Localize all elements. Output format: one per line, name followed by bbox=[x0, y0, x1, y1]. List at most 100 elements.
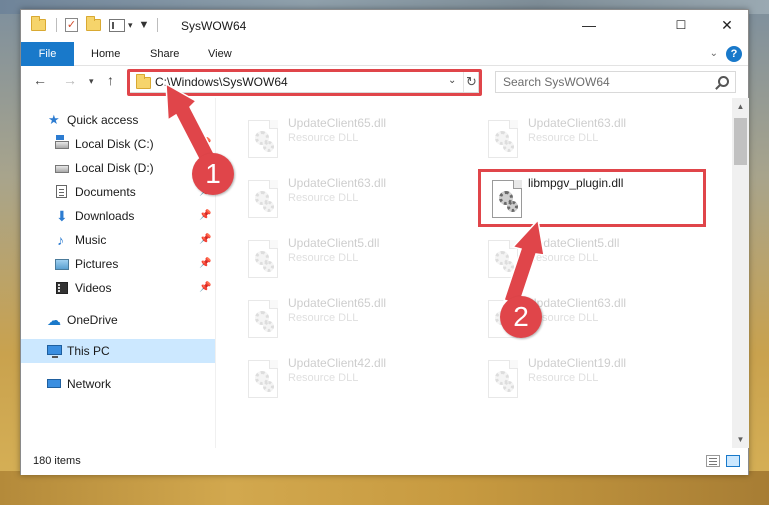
expand-ribbon-chevron-down-icon[interactable]: ⌄ bbox=[710, 48, 718, 59]
ribbon-tabs: File Home Share View ⌄ ? bbox=[21, 42, 748, 66]
pin-icon[interactable]: 📌 bbox=[199, 204, 211, 228]
file-name: UpdateClient19.dll bbox=[528, 356, 627, 370]
file-type: Resource DLL bbox=[528, 252, 599, 264]
local-disk-icon bbox=[55, 165, 69, 173]
scroll-down-arrow-icon[interactable]: ▼ bbox=[732, 431, 749, 448]
dropdown-arrow-icon[interactable]: ▼ bbox=[139, 19, 150, 31]
dll-file-icon bbox=[248, 180, 278, 218]
file-name: UpdateClient65.dll bbox=[288, 296, 387, 310]
search-box[interactable]: Search SysWOW64 bbox=[495, 71, 736, 93]
window-title: SysWOW64 bbox=[181, 19, 247, 33]
dll-file-icon bbox=[248, 300, 278, 338]
file-explorer-window: ✓ ▾ ▼ SysWOW64 — ☐ ✕ File Home Share Vie… bbox=[20, 9, 749, 475]
file-name: UpdateClient5.dll bbox=[528, 236, 620, 250]
file-name: UpdateClient65.dll bbox=[288, 116, 387, 130]
recent-locations-chevron-down-icon[interactable]: ▾ bbox=[89, 76, 94, 87]
toolbar-separator bbox=[56, 18, 57, 32]
file-tile[interactable]: UpdateClient5.dll Resource DLL bbox=[238, 234, 468, 288]
large-icons-view-icon[interactable] bbox=[726, 455, 740, 467]
nav-item-label: Network bbox=[67, 377, 112, 391]
vertical-scrollbar[interactable]: ▲ ▼ bbox=[732, 98, 749, 448]
downloads-icon: ⬇ bbox=[56, 208, 68, 224]
this-pc-icon bbox=[47, 345, 62, 358]
file-tile[interactable]: UpdateClient65.dll Resource DLL bbox=[238, 294, 468, 348]
file-tile[interactable]: UpdateClient42.dll Resource DLL bbox=[238, 354, 468, 408]
file-tile[interactable]: UpdateClient5.dll Resource DLL bbox=[478, 234, 708, 288]
help-icon[interactable]: ? bbox=[726, 46, 742, 62]
file-name: UpdateClient63.dll bbox=[528, 116, 627, 130]
nav-item-this-pc[interactable]: This PC bbox=[21, 339, 215, 363]
search-icon[interactable] bbox=[718, 76, 729, 87]
navigation-pane: ★ Quick access Local Disk (C:) 📌 Local D… bbox=[21, 98, 215, 448]
tab-home[interactable]: Home bbox=[91, 42, 120, 66]
nav-item-label: Downloads bbox=[75, 209, 135, 223]
nav-item-pictures[interactable]: Pictures 📌 bbox=[21, 252, 215, 276]
file-type: Resource DLL bbox=[288, 372, 359, 384]
customize-toolbar-chevron-down-icon[interactable]: ▾ bbox=[128, 20, 133, 31]
network-icon bbox=[47, 379, 61, 388]
properties-icon[interactable] bbox=[109, 18, 125, 32]
details-view-icon[interactable] bbox=[706, 455, 720, 467]
quick-access-star-icon: ★ bbox=[48, 112, 60, 127]
file-tile[interactable]: UpdateClient63.dll Resource DLL bbox=[238, 174, 468, 228]
dll-file-icon bbox=[488, 360, 518, 398]
nav-item-network[interactable]: Network bbox=[21, 372, 215, 396]
step1-badge: 1 bbox=[192, 153, 234, 195]
status-bar: 180 items bbox=[21, 448, 748, 475]
folder-icon bbox=[31, 16, 46, 31]
nav-item-label: Documents bbox=[75, 185, 136, 199]
tab-share[interactable]: Share bbox=[150, 42, 179, 66]
item-count: 180 items bbox=[33, 455, 81, 467]
back-arrow-icon[interactable]: ← bbox=[33, 72, 47, 88]
file-list: UpdateClient65.dll Resource DLL UpdateCl… bbox=[216, 98, 733, 448]
nav-item-quick-access[interactable]: ★ Quick access bbox=[21, 108, 215, 132]
nav-item-onedrive[interactable]: ☁ OneDrive bbox=[21, 308, 215, 332]
desktop-background-bottom bbox=[0, 471, 769, 505]
new-folder-icon[interactable] bbox=[86, 16, 101, 31]
scroll-thumb[interactable] bbox=[734, 118, 747, 165]
scroll-up-arrow-icon[interactable]: ▲ bbox=[732, 98, 749, 115]
properties-checkmark-icon[interactable]: ✓ bbox=[65, 18, 78, 32]
music-icon: ♪ bbox=[57, 232, 64, 248]
quick-access-toolbar: ✓ ▾ ▼ bbox=[31, 16, 159, 32]
pictures-icon bbox=[55, 259, 69, 270]
search-placeholder[interactable]: Search SysWOW64 bbox=[503, 75, 610, 89]
pin-icon[interactable]: 📌 bbox=[199, 228, 211, 252]
file-tile[interactable]: UpdateClient65.dll Resource DLL bbox=[238, 114, 468, 168]
file-type: Resource DLL bbox=[288, 252, 359, 264]
videos-icon bbox=[56, 282, 68, 294]
documents-icon bbox=[56, 185, 67, 198]
close-button[interactable]: ✕ bbox=[704, 10, 750, 40]
file-name: UpdateClient63.dll bbox=[528, 296, 627, 310]
nav-item-label: OneDrive bbox=[67, 313, 118, 327]
forward-arrow-icon[interactable]: → bbox=[63, 72, 77, 88]
tab-file[interactable]: File bbox=[21, 42, 74, 66]
file-type: Resource DLL bbox=[288, 132, 359, 144]
nav-item-local-disk-c[interactable]: Local Disk (C:) 📌 bbox=[21, 132, 215, 156]
up-arrow-icon[interactable]: ↑ bbox=[107, 72, 114, 88]
nav-item-label: Quick access bbox=[67, 113, 139, 127]
nav-item-local-disk-d[interactable]: Local Disk (D:) bbox=[21, 156, 215, 180]
tab-view[interactable]: View bbox=[208, 42, 232, 66]
file-type: Resource DLL bbox=[288, 192, 359, 204]
nav-item-downloads[interactable]: ⬇ Downloads 📌 bbox=[21, 204, 215, 228]
file-tile[interactable]: UpdateClient63.dll Resource DLL bbox=[478, 114, 708, 168]
local-disk-icon bbox=[55, 135, 69, 149]
file-tile[interactable]: UpdateClient19.dll Resource DLL bbox=[478, 354, 708, 408]
nav-item-label: Music bbox=[75, 233, 107, 247]
pin-icon[interactable]: 📌 bbox=[199, 252, 211, 276]
dll-file-icon bbox=[488, 120, 518, 158]
maximize-button[interactable]: ☐ bbox=[658, 10, 704, 40]
minimize-button[interactable]: — bbox=[566, 10, 612, 40]
pin-icon[interactable]: 📌 bbox=[199, 276, 211, 300]
file-annotation-box bbox=[478, 169, 706, 227]
step2-badge: 2 bbox=[500, 296, 542, 338]
toolbar-separator bbox=[157, 18, 159, 32]
nav-item-label: Local Disk (C:) bbox=[75, 137, 154, 151]
navigation-row: ← → ▾ ↑ C:\Windows\SysWOW64 ⌄ ↻ Search S… bbox=[21, 66, 748, 98]
file-name: UpdateClient42.dll bbox=[288, 356, 387, 370]
nav-item-label: Pictures bbox=[75, 257, 119, 271]
nav-item-videos[interactable]: Videos 📌 bbox=[21, 276, 215, 300]
nav-item-documents[interactable]: Documents 📌 bbox=[21, 180, 215, 204]
nav-item-music[interactable]: ♪ Music 📌 bbox=[21, 228, 215, 252]
